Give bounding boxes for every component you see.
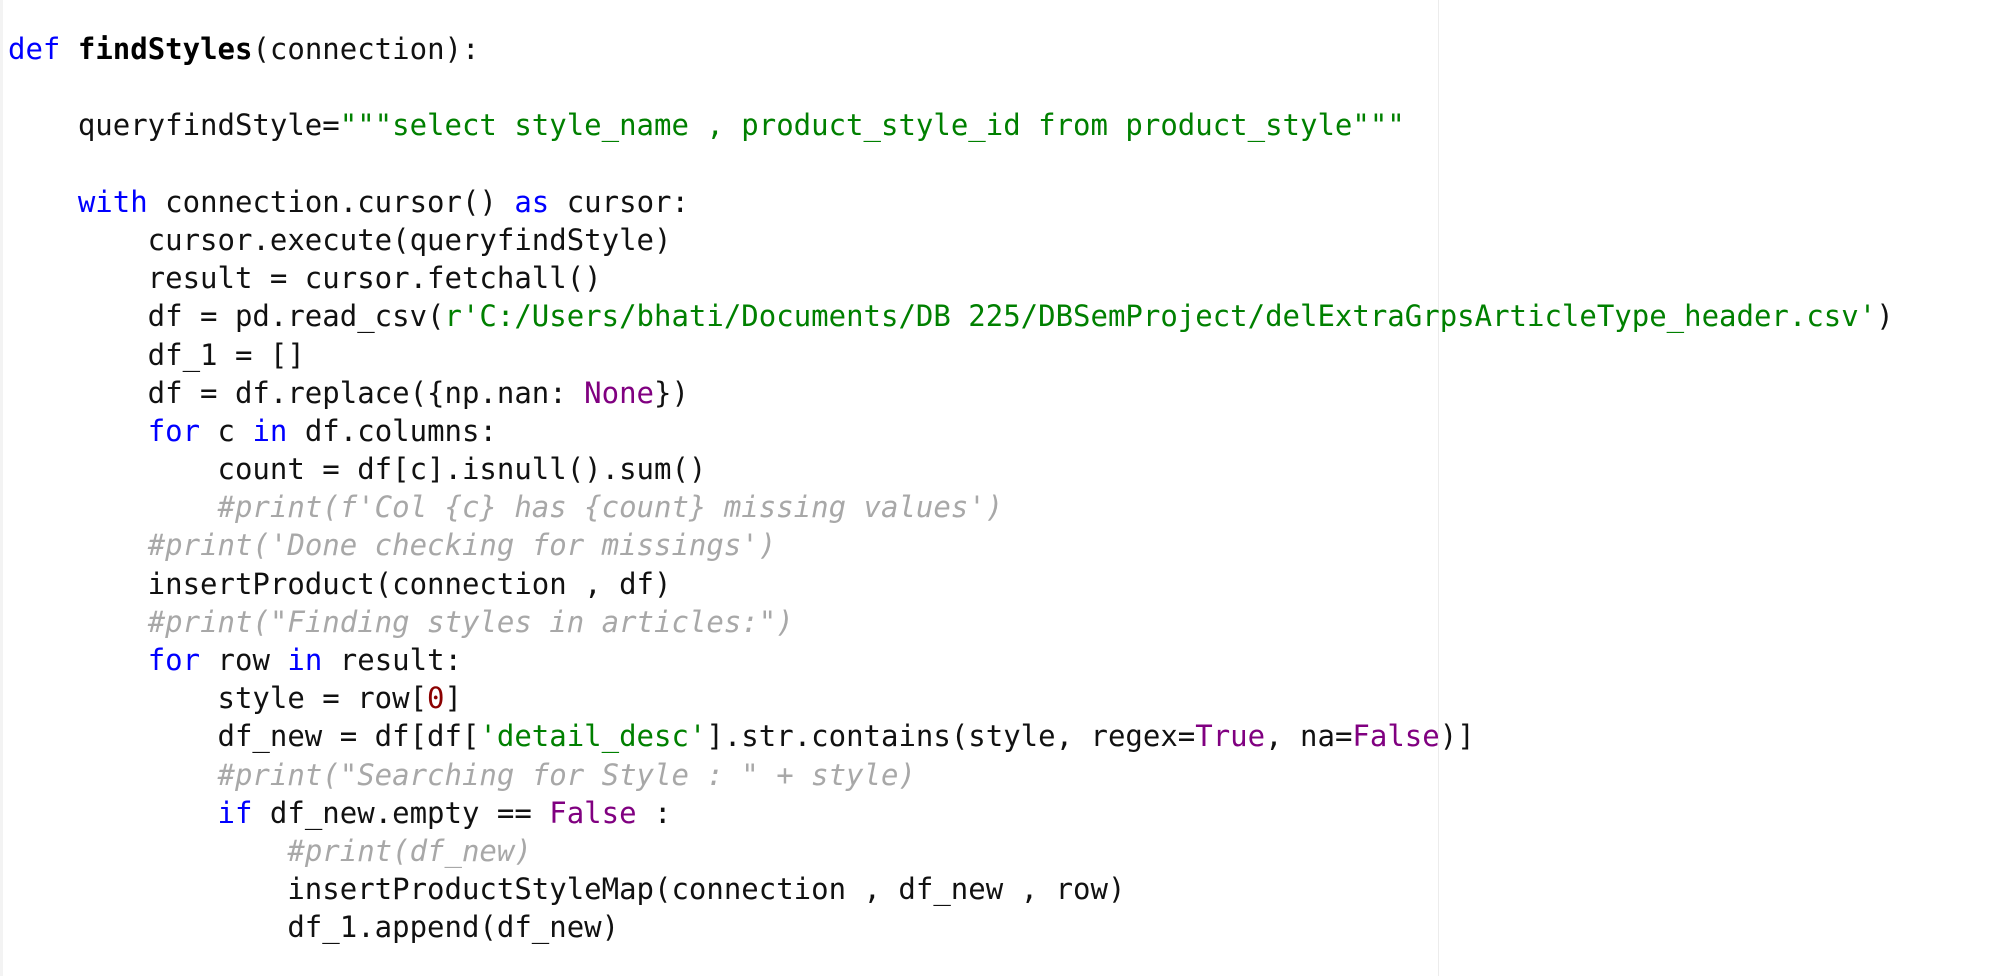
code-token-pl: result = cursor.fetchall() (8, 261, 602, 296)
code-token-cm: #print("Searching for Style : " + style) (217, 757, 916, 792)
code-token-pl: df = df.replace({np.nan: (8, 375, 585, 410)
code-line[interactable]: with connection.cursor() as cursor: (8, 183, 1894, 221)
code-token-pl: df_new = df[df[ (8, 719, 480, 754)
code-token-pl: connection.cursor() (147, 184, 515, 219)
code-token-cm: #print('Done checking for missings') (147, 528, 777, 563)
code-line[interactable]: #print("Finding styles in articles:") (8, 603, 1894, 641)
code-token-kw: as (514, 184, 550, 219)
code-token-pl: , na= (1265, 719, 1353, 754)
code-token-kw: in (287, 643, 323, 677)
code-token-str: """select style_name , product_style_id … (339, 108, 1405, 143)
code-line[interactable]: ​ (8, 145, 1894, 183)
code-token-kw: for (147, 413, 201, 448)
code-token-pl: df_new.empty == (252, 795, 550, 830)
code-line[interactable]: df_new = df[df['detail_desc'].str.contai… (8, 717, 1894, 755)
code-token-kw: with (77, 184, 148, 219)
code-token-bi: True (1195, 719, 1266, 754)
code-token-pl: queryfindStyle= (8, 108, 340, 143)
code-token-kw: def (8, 32, 61, 66)
code-token-cm: #print(f'Col {c} has {count} missing val… (217, 490, 1004, 525)
code-editor[interactable]: def findStyles(connection):​ queryfindSt… (0, 0, 2003, 976)
code-token-pl: row (200, 643, 288, 677)
code-token-pl: ) (1876, 299, 1894, 334)
code-token-bi: None (584, 375, 655, 410)
code-block[interactable]: def findStyles(connection):​ queryfindSt… (8, 30, 1894, 947)
code-token-pl: df.columns: (287, 413, 497, 448)
code-token-pl: style = row[ (8, 681, 428, 716)
code-token-pl: : (636, 795, 672, 830)
code-token-cm: #print(df_new) (287, 833, 532, 868)
code-line[interactable]: #print(df_new) (8, 832, 1894, 870)
code-token-pl: cursor: (549, 184, 689, 219)
code-token-kw: for (147, 643, 201, 677)
code-token-pl: insertProduct(connection , df) (8, 566, 672, 601)
code-token-pl: insertProductStyleMap(connection , df_ne… (8, 872, 1126, 907)
code-token-pl: result: (322, 643, 462, 677)
code-line[interactable]: df_1.append(df_new) (8, 908, 1894, 946)
code-token-pl: ] (444, 681, 462, 716)
code-line[interactable]: cursor.execute(queryfindStyle) (8, 221, 1894, 259)
code-token-num: 0 (427, 681, 445, 716)
code-line[interactable]: df = df.replace({np.nan: None}) (8, 374, 1894, 412)
code-line[interactable]: df_1 = [] (8, 336, 1894, 374)
code-token-pl: }) (654, 375, 689, 410)
code-line[interactable]: queryfindStyle="""select style_name , pr… (8, 106, 1894, 144)
code-token-fn: findStyles (77, 32, 253, 66)
code-line[interactable]: for c in df.columns: (8, 412, 1894, 450)
code-token-pl: (connection): (252, 32, 480, 66)
code-token-cm: #print("Finding styles in articles:") (147, 604, 794, 639)
code-token-pl: ].str.contains(style, regex= (706, 719, 1196, 754)
code-token-kw: if (217, 795, 253, 830)
code-line[interactable]: insertProduct(connection , df) (8, 565, 1894, 603)
code-line[interactable]: def findStyles(connection): (8, 30, 1894, 68)
code-line[interactable]: style = row[0] (8, 679, 1894, 717)
code-line[interactable]: insertProductStyleMap(connection , df_ne… (8, 870, 1894, 908)
code-token-kw: in (252, 413, 288, 448)
code-token-bi: False (1352, 719, 1440, 754)
code-token-str: r'C:/Users/bhati/Documents/DB 225/DBSemP… (444, 299, 1877, 334)
code-line[interactable]: for row in result: (8, 641, 1894, 679)
code-token-pl: cursor.execute(queryfindStyle) (8, 222, 672, 257)
code-token-pl: df_1 = [] (8, 337, 305, 372)
code-token-pl: df_1.append(df_new) (8, 910, 620, 945)
code-token-bi: False (549, 795, 637, 830)
code-token-pl: c (200, 413, 253, 448)
code-line[interactable]: df = pd.read_csv(r'C:/Users/bhati/Docume… (8, 297, 1894, 335)
code-token-pl: )] (1439, 719, 1475, 754)
code-line[interactable]: #print('Done checking for missings') (8, 526, 1894, 564)
code-line[interactable]: count = df[c].isnull().sum() (8, 450, 1894, 488)
code-token-pl: count = df[c].isnull().sum() (8, 452, 707, 487)
code-token-pl: df = pd.read_csv( (8, 299, 445, 334)
code-line[interactable]: result = cursor.fetchall() (8, 259, 1894, 297)
code-token-str: 'detail_desc' (479, 719, 707, 754)
code-line[interactable]: ​ (8, 68, 1894, 106)
code-line[interactable]: if df_new.empty == False : (8, 794, 1894, 832)
code-line[interactable]: #print(f'Col {c} has {count} missing val… (8, 488, 1894, 526)
code-line[interactable]: #print("Searching for Style : " + style) (8, 756, 1894, 794)
editor-left-edge (0, 0, 3, 976)
